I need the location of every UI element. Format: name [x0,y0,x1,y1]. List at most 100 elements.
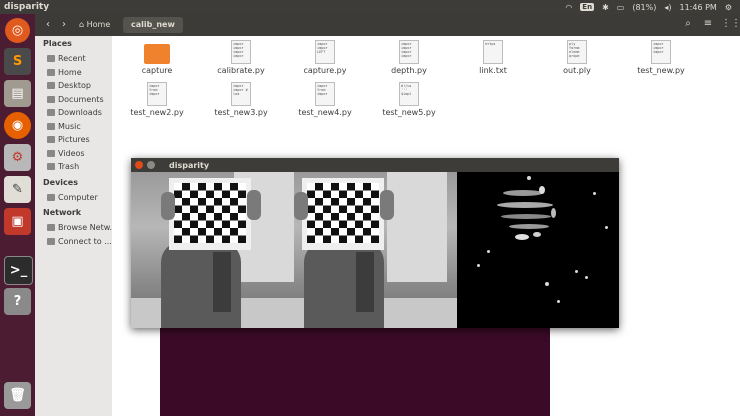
file-name: test_new.py [637,66,685,75]
close-icon[interactable] [135,161,143,169]
files-icon[interactable]: ▤ [4,80,31,107]
text-editor-icon[interactable]: ✎ [4,176,31,203]
file-name: capture [141,66,173,75]
file-item[interactable]: impor impor impor test_new.py [621,40,701,75]
settings-icon[interactable]: ⚙ [4,144,31,171]
file-item[interactable]: impor impor # loa test_new3.py [201,82,281,117]
python-file-icon: impor from impor [315,82,335,106]
back-button[interactable]: ‹ [41,18,55,32]
file-name: capture.py [303,66,347,75]
clock[interactable]: 11:46 PM [680,3,717,12]
terminal-icon[interactable]: >_ [4,256,33,285]
sidebar-header-places: Places [43,39,72,48]
file-name: calibrate.py [217,66,265,75]
home-icon: ⌂ [79,20,85,29]
sidebar-item-label: Pictures [58,135,90,144]
battery-icon[interactable]: ▭ [617,3,625,12]
python-file-icon: impor impor impor impor [231,40,251,64]
sidebar-item-label: Videos [58,149,85,158]
python-file-icon: impor impor # loa [231,82,251,106]
sidebar-item-label: Home [58,68,82,77]
sidebar-header-devices: Devices [43,178,78,187]
left-camera-image [131,172,294,328]
ubuntu-icon[interactable]: ◎ [5,18,30,43]
file-item[interactable]: impor from impor test_new2.py [117,82,197,117]
sidebar-item-label: Documents [58,95,104,104]
computer-icon [47,194,55,201]
sidebar-item-recent[interactable]: Recent [47,54,86,63]
home-icon [47,69,55,76]
sidebar-item-label: Desktop [58,81,91,90]
sidebar-item-label: Downloads [58,108,102,117]
firefox-icon[interactable]: ◉ [4,112,31,139]
python-file-icon: impor impor impor [651,40,671,64]
view-grid-icon[interactable]: ⋮⋮ [721,18,740,29]
sidebar-item-label: Computer [58,193,98,202]
file-item[interactable]: ply forma eleme prope out.ply [537,40,617,75]
sidebar-item-label: Browse Netw... [58,223,118,232]
file-item[interactable]: impor impor LEFT capture.py [285,40,365,75]
downloads-icon [47,109,55,116]
sidebar-item-label: Connect to ... [58,237,112,246]
keyboard-indicator[interactable]: En [580,3,595,11]
text-file-icon: https [483,40,503,64]
sidebar-item-desktop[interactable]: Desktop [47,81,91,90]
minimize-icon[interactable] [147,161,155,169]
sidebar-item-pictures[interactable]: Pictures [47,135,90,144]
breadcrumb-home[interactable]: ⌂ Home [79,17,110,33]
sidebar-item-documents[interactable]: Documents [47,95,104,104]
sidebar-item-music[interactable]: Music [47,122,81,131]
server-icon [47,238,55,245]
menu-icon[interactable]: ≡ [701,18,715,29]
breadcrumb-current[interactable]: calib_new [123,17,183,33]
disparity-map-image [457,172,619,328]
disparity-titlebar[interactable]: disparity [131,158,619,172]
desktop-icon [47,82,55,89]
sidebar-item-videos[interactable]: Videos [47,149,85,158]
file-name: test_new4.py [298,108,352,117]
python-file-icon: impor impor impor impor [399,40,419,64]
file-item[interactable]: impor from impor test_new4.py [285,82,365,117]
file-name: out.ply [563,66,591,75]
system-monitor-icon[interactable]: ▣ [4,208,31,235]
python-file-icon: #!/us ''' $impl [399,82,419,106]
file-name: test_new2.py [130,108,184,117]
battery-percent[interactable]: (81%) [632,3,656,12]
ply-file-icon: ply forma eleme prope [567,40,587,64]
sidebar-item-downloads[interactable]: Downloads [47,108,102,117]
file-item[interactable]: capture [117,40,197,75]
sidebar-item-browse-network[interactable]: Browse Netw... [47,223,117,232]
file-item[interactable]: impor impor impor impor calibrate.py [201,40,281,75]
disparity-view [131,172,619,328]
music-icon [47,123,55,130]
volume-icon[interactable]: ◂) [664,3,671,12]
sidebar-item-connect-server[interactable]: Connect to ... [47,237,112,246]
documents-icon [47,96,55,103]
sidebar-item-trash[interactable]: Trash [47,162,79,171]
launcher: ◎ S ▤ ◉ ⚙ ✎ ▣ >_ ? 🗑 [0,14,35,416]
sidebar-item-home[interactable]: Home [47,68,82,77]
forward-button[interactable]: › [57,18,71,32]
help-icon[interactable]: ? [4,288,31,315]
wifi-icon[interactable]: ◠ [565,3,572,12]
file-manager-toolbar: ‹ › ⌂ Home calib_new ⌕ ≡ ⋮⋮ [35,14,740,36]
file-item[interactable]: #!/us ''' $impl test_new5.py [369,82,449,117]
sublime-icon[interactable]: S [4,48,31,75]
videos-icon [47,150,55,157]
sidebar-item-computer[interactable]: Computer [47,193,98,202]
disparity-window: disparity [131,158,619,328]
power-gear-icon[interactable]: ⚙ [725,3,732,12]
trash-icon[interactable]: 🗑 [4,382,31,409]
sidebar: Places Recent Home Desktop Documents Dow… [35,36,117,416]
search-icon[interactable]: ⌕ [681,18,695,29]
folder-icon [144,44,170,64]
system-tray: ◠ En ✱ ▭ (81%) ◂) 11:46 PM ⚙ [565,0,732,14]
clock-icon [47,55,55,62]
bluetooth-icon[interactable]: ✱ [602,3,609,12]
file-item[interactable]: https link.txt [453,40,533,75]
file-name: depth.py [391,66,427,75]
top-panel: disparity ◠ En ✱ ▭ (81%) ◂) 11:46 PM ⚙ [0,0,740,14]
file-item[interactable]: impor impor impor impor depth.py [369,40,449,75]
file-name: test_new3.py [214,108,268,117]
python-file-icon: impor impor LEFT [315,40,335,64]
